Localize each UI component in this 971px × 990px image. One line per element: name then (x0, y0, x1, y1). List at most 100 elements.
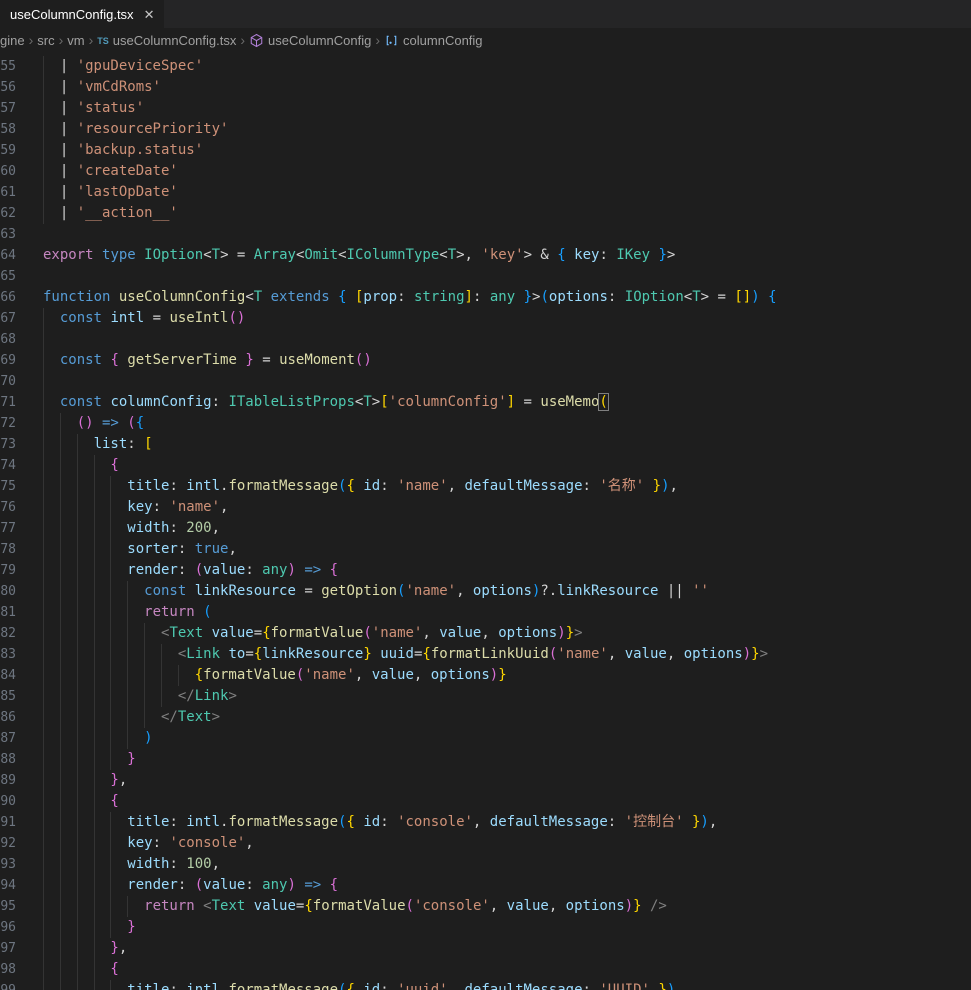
code-line-68[interactable]: 68 (0, 329, 971, 350)
code-line-56[interactable]: 56| 'vmCdRoms' (0, 77, 971, 98)
code-line-87[interactable]: 87) (0, 728, 971, 749)
line-number[interactable]: 78 (0, 539, 16, 560)
code-line-85[interactable]: 85</Link> (0, 686, 971, 707)
code-line-58[interactable]: 58| 'resourcePriority' (0, 119, 971, 140)
line-number[interactable]: 82 (0, 623, 16, 644)
code-line-71[interactable]: 71const columnConfig: ITableListProps<T>… (0, 392, 971, 413)
breadcrumb-item-gine[interactable]: gine (0, 33, 25, 48)
code-line-81[interactable]: 81return ( (0, 602, 971, 623)
code-line-60[interactable]: 60| 'createDate' (0, 161, 971, 182)
code-line-90[interactable]: 90{ (0, 791, 971, 812)
code-line-94[interactable]: 94render: (value: any) => { (0, 875, 971, 896)
line-number[interactable]: 66 (0, 287, 16, 308)
code-line-75[interactable]: 75title: intl.formatMessage({ id: 'name'… (0, 476, 971, 497)
code-line-62[interactable]: 62| '__action__' (0, 203, 971, 224)
line-number[interactable]: 97 (0, 938, 16, 959)
code-line-74[interactable]: 74{ (0, 455, 971, 476)
code-line-82[interactable]: 82<Text value={formatValue('name', value… (0, 623, 971, 644)
code-line-66[interactable]: 66function useColumnConfig<T extends { [… (0, 287, 971, 308)
code-line-65[interactable]: 65 (0, 266, 971, 287)
line-number[interactable]: 68 (0, 329, 16, 350)
line-number[interactable]: 76 (0, 497, 16, 518)
line-number[interactable]: 59 (0, 140, 16, 161)
code-line-76[interactable]: 76key: 'name', (0, 497, 971, 518)
line-number[interactable]: 69 (0, 350, 16, 371)
line-number[interactable]: 99 (0, 980, 16, 990)
code-line-88[interactable]: 88} (0, 749, 971, 770)
line-number[interactable]: 64 (0, 245, 16, 266)
line-number[interactable]: 79 (0, 560, 16, 581)
code-line-72[interactable]: 72() => ({ (0, 413, 971, 434)
line-number[interactable]: 96 (0, 917, 16, 938)
line-number[interactable]: 71 (0, 392, 16, 413)
line-number[interactable]: 70 (0, 371, 16, 392)
code-line-95[interactable]: 95return <Text value={formatValue('conso… (0, 896, 971, 917)
breadcrumb-item-useColumnConfig[interactable]: useColumnConfig (249, 33, 371, 48)
line-number[interactable]: 85 (0, 686, 16, 707)
breadcrumb-item-vm[interactable]: vm (67, 33, 84, 48)
code-line-89[interactable]: 89}, (0, 770, 971, 791)
line-number[interactable]: 98 (0, 959, 16, 980)
code-line-96[interactable]: 96} (0, 917, 971, 938)
line-number[interactable]: 57 (0, 98, 16, 119)
line-number[interactable]: 90 (0, 791, 16, 812)
code-editor[interactable]: 55| 'gpuDeviceSpec'56| 'vmCdRoms'57| 'st… (0, 53, 971, 990)
code-line-55[interactable]: 55| 'gpuDeviceSpec' (0, 56, 971, 77)
breadcrumb-item-useColumnConfig-tsx[interactable]: TSuseColumnConfig.tsx (97, 33, 236, 48)
code-line-84[interactable]: 84{formatValue('name', value, options)} (0, 665, 971, 686)
code-line-98[interactable]: 98{ (0, 959, 971, 980)
code-line-73[interactable]: 73list: [ (0, 434, 971, 455)
breadcrumb-item-columnConfig[interactable]: columnConfig (384, 33, 483, 48)
line-number[interactable]: 92 (0, 833, 16, 854)
line-number[interactable]: 73 (0, 434, 16, 455)
line-number[interactable]: 91 (0, 812, 16, 833)
line-number[interactable]: 74 (0, 455, 16, 476)
line-number[interactable]: 65 (0, 266, 16, 287)
line-number[interactable]: 83 (0, 644, 16, 665)
code-line-69[interactable]: 69const { getServerTime } = useMoment() (0, 350, 971, 371)
line-number[interactable]: 93 (0, 854, 16, 875)
line-number[interactable]: 80 (0, 581, 16, 602)
line-number[interactable]: 61 (0, 182, 16, 203)
code-line-63[interactable]: 63 (0, 224, 971, 245)
line-number[interactable]: 75 (0, 476, 16, 497)
breadcrumb-item-src[interactable]: src (37, 33, 54, 48)
code-line-93[interactable]: 93width: 100, (0, 854, 971, 875)
line-number[interactable]: 72 (0, 413, 16, 434)
code-line-86[interactable]: 86</Text> (0, 707, 971, 728)
code-line-67[interactable]: 67const intl = useIntl() (0, 308, 971, 329)
code-line-78[interactable]: 78sorter: true, (0, 539, 971, 560)
code-line-79[interactable]: 79render: (value: any) => { (0, 560, 971, 581)
code-line-99[interactable]: 99title: intl.formatMessage({ id: 'uuid'… (0, 980, 971, 990)
line-number[interactable]: 95 (0, 896, 16, 917)
code-line-64[interactable]: 64export type IOption<T> = Array<Omit<IC… (0, 245, 971, 266)
code-line-91[interactable]: 91title: intl.formatMessage({ id: 'conso… (0, 812, 971, 833)
code-line-59[interactable]: 59| 'backup.status' (0, 140, 971, 161)
code-line-97[interactable]: 97}, (0, 938, 971, 959)
line-number[interactable]: 84 (0, 665, 16, 686)
close-icon[interactable]: ✕ (144, 8, 155, 21)
code-line-61[interactable]: 61| 'lastOpDate' (0, 182, 971, 203)
line-number[interactable]: 89 (0, 770, 16, 791)
line-number[interactable]: 63 (0, 224, 16, 245)
code-line-83[interactable]: 83<Link to={linkResource} uuid={formatLi… (0, 644, 971, 665)
line-number[interactable]: 55 (0, 56, 16, 77)
line-number[interactable]: 81 (0, 602, 16, 623)
code-line-57[interactable]: 57| 'status' (0, 98, 971, 119)
line-number[interactable]: 94 (0, 875, 16, 896)
line-number[interactable]: 77 (0, 518, 16, 539)
line-number[interactable]: 56 (0, 77, 16, 98)
code-line-70[interactable]: 70 (0, 371, 971, 392)
token: < (245, 289, 253, 305)
line-number[interactable]: 60 (0, 161, 16, 182)
line-number[interactable]: 88 (0, 749, 16, 770)
line-number[interactable]: 67 (0, 308, 16, 329)
tab-useColumnConfig[interactable]: useColumnConfig.tsx ✕ (0, 0, 164, 28)
code-line-80[interactable]: 80const linkResource = getOption('name',… (0, 581, 971, 602)
line-number[interactable]: 87 (0, 728, 16, 749)
line-number[interactable]: 58 (0, 119, 16, 140)
line-number[interactable]: 86 (0, 707, 16, 728)
code-line-92[interactable]: 92key: 'console', (0, 833, 971, 854)
code-line-77[interactable]: 77width: 200, (0, 518, 971, 539)
line-number[interactable]: 62 (0, 203, 16, 224)
